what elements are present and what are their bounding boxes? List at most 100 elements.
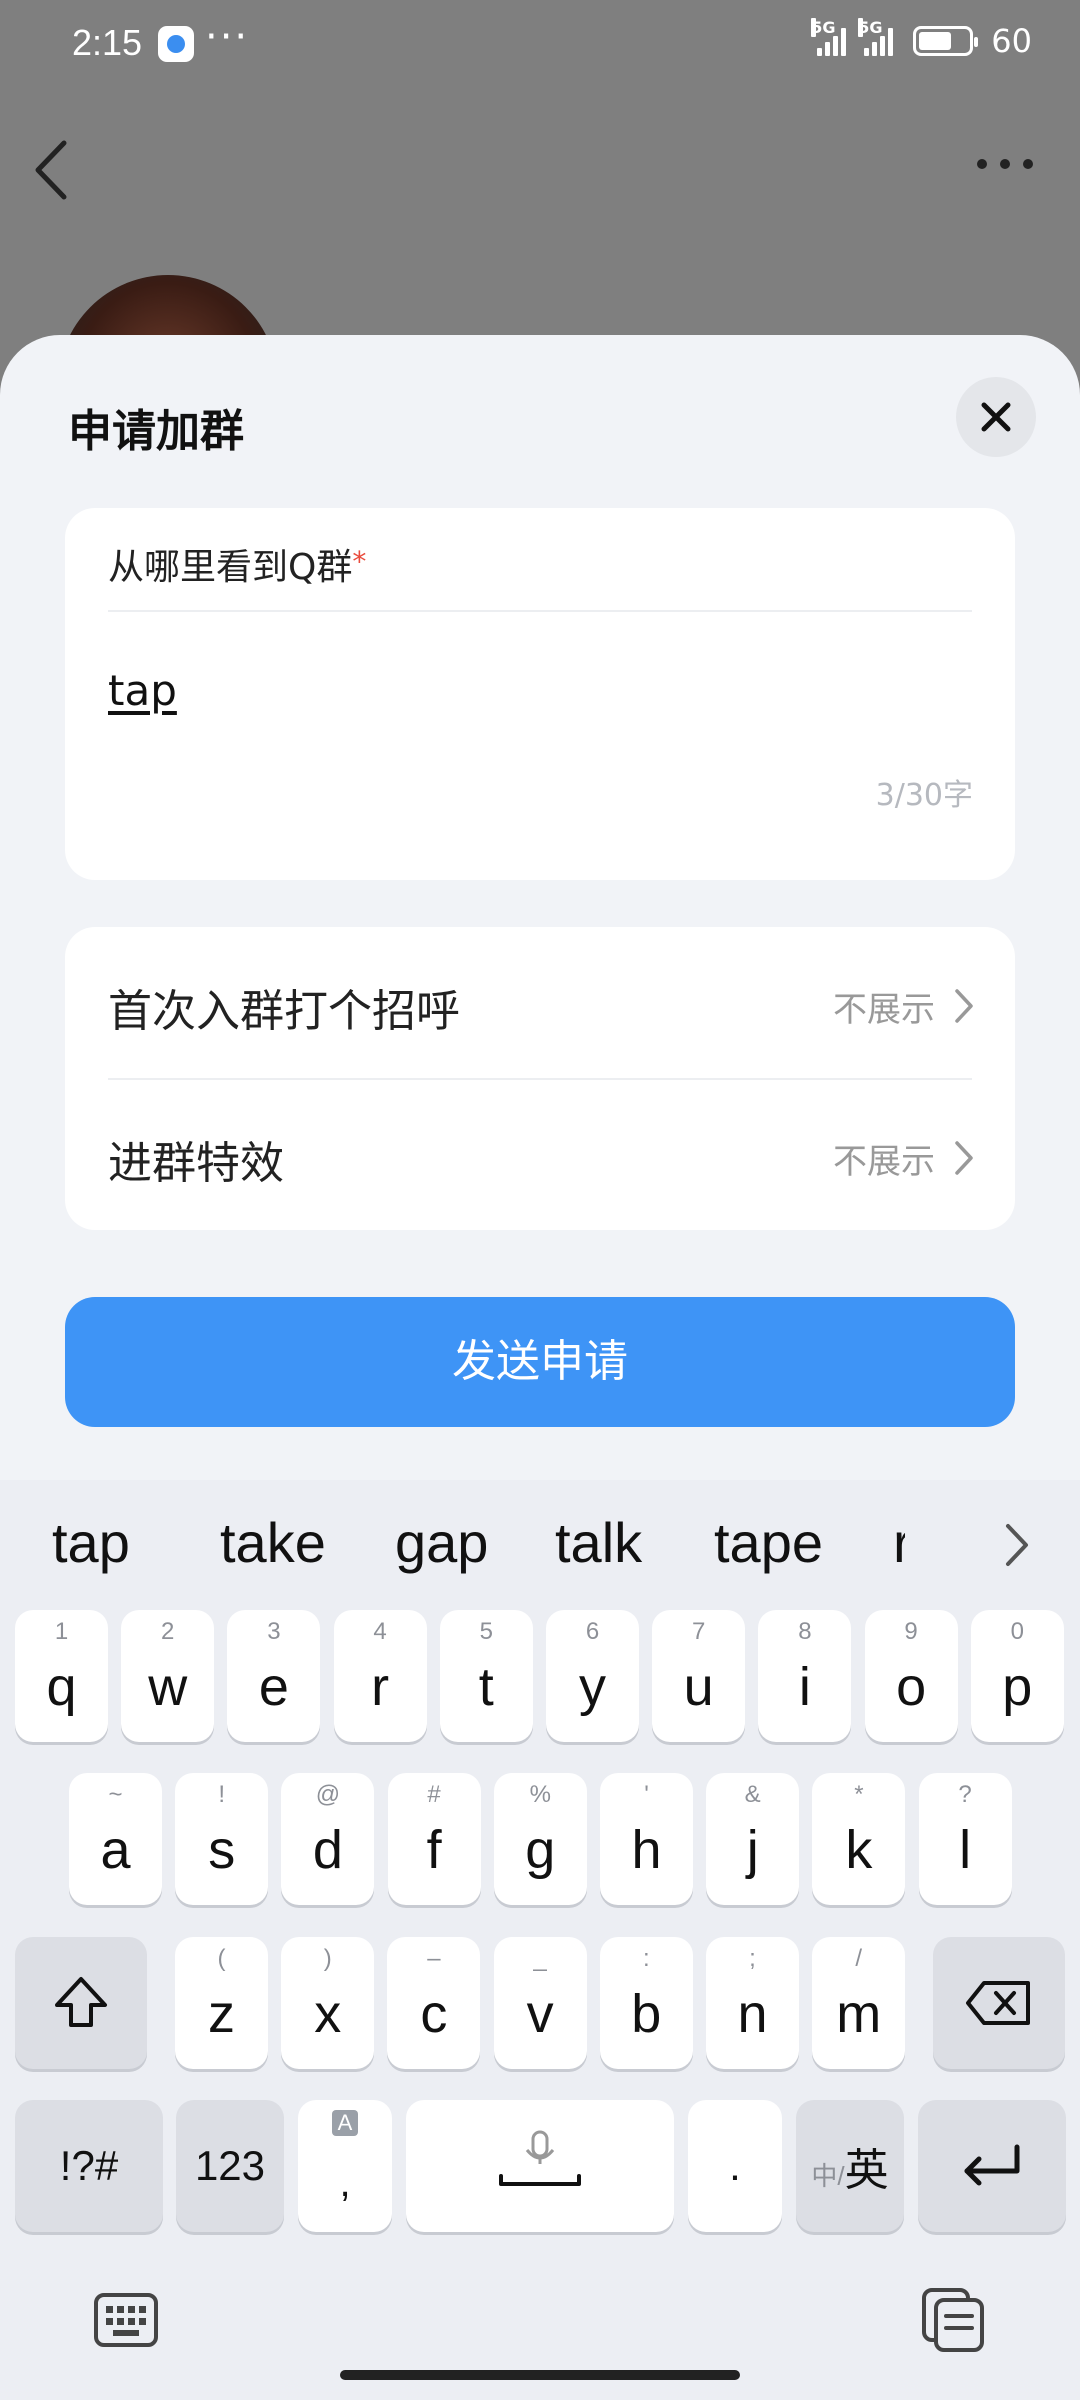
period-label: . — [729, 2142, 741, 2189]
key-label: z — [208, 1984, 235, 2044]
key-v[interactable]: _ v — [493, 1937, 587, 2069]
key-r[interactable]: 4r — [333, 1610, 427, 1742]
key-label: m — [836, 1984, 882, 2044]
close-icon — [981, 402, 1011, 432]
key-label: a — [100, 1820, 131, 1880]
key-o[interactable]: 9o — [864, 1610, 958, 1742]
space-key[interactable] — [406, 2100, 674, 2232]
key-j[interactable]: & j — [706, 1773, 800, 1905]
effect-row[interactable]: 进群特效 不展示 — [65, 1079, 1015, 1229]
key-secondary-label: 2 — [161, 1618, 175, 1645]
key-label: w — [148, 1657, 188, 1717]
suggestion-item[interactable]: take — [220, 1510, 326, 1575]
expand-suggestions-icon[interactable] — [1002, 1520, 1032, 1570]
numbers-key-label: 123 — [194, 2142, 266, 2189]
key-q[interactable]: 1q — [15, 1610, 108, 1742]
comma-key[interactable]: A , — [298, 2100, 392, 2232]
suggestion-bar: tap take gap talk tape r — [0, 1480, 1080, 1605]
key-label: c — [420, 1984, 448, 2044]
key-secondary-label: # — [427, 1781, 441, 1808]
question-text: 从哪里看到Q群 — [108, 547, 353, 588]
home-indicator — [340, 2370, 740, 2380]
key-n[interactable]: ; n — [706, 1937, 799, 2069]
key-l[interactable]: ? l — [918, 1773, 1012, 1905]
key-label: t — [478, 1657, 494, 1717]
key-g[interactable]: % g — [493, 1773, 587, 1905]
chevron-right-icon — [955, 1141, 973, 1175]
clipboard-icon[interactable] — [920, 2286, 986, 2352]
key-u[interactable]: 7u — [652, 1610, 746, 1742]
key-secondary-label: 4 — [373, 1618, 387, 1645]
effect-label: 进群特效 — [108, 1138, 284, 1189]
key-a[interactable]: ~ a — [69, 1773, 162, 1905]
suggestion-item[interactable]: gap — [395, 1510, 488, 1575]
key-b[interactable]: :b — [599, 1937, 693, 2069]
key-f[interactable]: # f — [387, 1773, 481, 1905]
key-w[interactable]: 2w — [121, 1610, 215, 1742]
suggestion-item[interactable]: tape — [714, 1510, 823, 1575]
key-secondary-label: ) — [323, 1945, 332, 1972]
back-button[interactable] — [28, 135, 78, 205]
more-dots-icon — [977, 159, 1033, 169]
key-c[interactable]: – c — [387, 1937, 481, 2069]
char-counter: 3/30字 — [875, 778, 973, 813]
suggestion-item[interactable]: talk — [555, 1510, 642, 1575]
key-k[interactable]: * k — [812, 1773, 906, 1905]
key-label: i — [798, 1657, 811, 1717]
key-secondary-label: ; — [749, 1945, 756, 1972]
key-s[interactable]: ! s — [175, 1773, 269, 1905]
battery-level: 60 — [991, 22, 1032, 60]
key-label: k — [845, 1820, 873, 1880]
status-bar: 2:15 ··· 5G 5G 60 — [0, 0, 1080, 90]
key-m[interactable]: / m — [812, 1937, 906, 2069]
key-z[interactable]: (z — [175, 1937, 268, 2069]
language-switch-key[interactable]: 中/英 — [796, 2100, 904, 2232]
backspace-key[interactable] — [933, 1937, 1065, 2069]
status-time: 2:15 — [72, 22, 143, 63]
symbols-key[interactable]: !?# — [15, 2100, 163, 2232]
key-secondary-label: * — [854, 1781, 864, 1808]
keyboard: tap take gap talk tape r 1q2w3e4r5t6y7u8… — [0, 1480, 1080, 2400]
key-label: e — [258, 1657, 289, 1717]
suggestion-item[interactable]: r — [893, 1510, 905, 1575]
key-secondary-label: ! — [218, 1781, 226, 1808]
key-label: v — [526, 1984, 554, 2044]
key-secondary-label: & — [744, 1781, 761, 1808]
network-type-label: 5G — [811, 18, 836, 37]
key-p[interactable]: 0p — [970, 1610, 1064, 1742]
question-label: 从哪里看到Q群* — [108, 538, 366, 590]
enter-key[interactable] — [918, 2100, 1066, 2232]
key-t[interactable]: 5t — [439, 1610, 533, 1742]
key-i[interactable]: 8i — [758, 1610, 852, 1742]
key-secondary-label: ? — [958, 1781, 972, 1808]
key-label: d — [312, 1820, 343, 1880]
key-y[interactable]: 6y — [546, 1610, 639, 1742]
app-notification-icon — [158, 26, 194, 62]
key-h[interactable]: ' h — [600, 1773, 693, 1905]
key-label: s — [208, 1820, 236, 1880]
key-d[interactable]: @ d — [281, 1773, 375, 1905]
effect-value: 不展示 — [833, 1142, 935, 1182]
close-button[interactable] — [956, 377, 1036, 457]
options-card: 首次入群打个招呼 不展示 进群特效 不展示 — [65, 927, 1015, 1230]
enter-icon — [964, 2144, 1020, 2186]
suggestion-item[interactable]: tap — [52, 1510, 130, 1575]
symbols-key-label: !?# — [59, 2142, 119, 2189]
shift-key[interactable] — [15, 1937, 147, 2069]
key-label: p — [1002, 1657, 1033, 1717]
numbers-key[interactable]: 123 — [176, 2100, 284, 2232]
key-x[interactable]: ) x — [281, 1937, 375, 2069]
greeting-row[interactable]: 首次入群打个招呼 不展示 — [65, 927, 1015, 1077]
key-secondary-label: – — [427, 1945, 441, 1972]
shift-icon — [55, 1977, 107, 2027]
send-request-button[interactable]: 发送申请 — [65, 1297, 1015, 1427]
keyboard-switch-icon[interactable] — [93, 2292, 159, 2348]
period-key[interactable]: . — [688, 2100, 782, 2232]
key-e[interactable]: 3e — [227, 1610, 321, 1742]
more-options-button[interactable] — [970, 150, 1040, 190]
key-label: l — [959, 1820, 972, 1880]
answer-input[interactable]: tap — [108, 666, 177, 715]
key-label: y — [579, 1657, 606, 1717]
chevron-left-icon — [35, 140, 67, 200]
key-label: q — [46, 1657, 77, 1717]
